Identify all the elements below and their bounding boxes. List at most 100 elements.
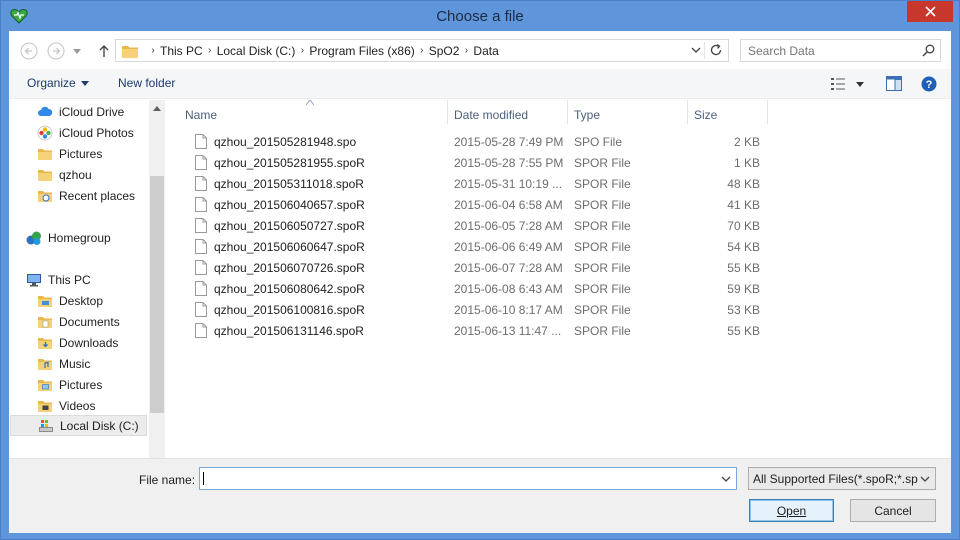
table-row[interactable]: qzhou_201505281955.spoR 2015-05-28 7:55 … xyxy=(185,152,765,173)
table-row[interactable]: qzhou_201506050727.spoR 2015-06-05 7:28 … xyxy=(185,215,765,236)
table-row[interactable]: qzhou_201506100816.spoR 2015-06-10 8:17 … xyxy=(185,299,765,320)
table-row[interactable]: qzhou_201506070726.spoR 2015-06-07 7:28 … xyxy=(185,257,765,278)
back-button[interactable] xyxy=(18,40,40,62)
nav-label: qzhou xyxy=(59,167,92,182)
file-type: SPOR File xyxy=(574,324,631,338)
chevron-down-icon xyxy=(80,80,89,86)
file-name: qzhou_201505281955.spoR xyxy=(214,156,365,170)
nav-label: iCloud Drive xyxy=(59,104,125,119)
column-divider[interactable] xyxy=(687,100,688,124)
nav-item-documents[interactable]: Documents xyxy=(37,311,147,332)
nav-item-downloads[interactable]: Downloads xyxy=(37,332,147,353)
table-row[interactable]: qzhou_201506040657.spoR 2015-06-04 6:58 … xyxy=(185,194,765,215)
chevron-down-icon[interactable] xyxy=(720,473,732,485)
help-icon[interactable]: ? xyxy=(921,76,937,92)
column-header-size[interactable]: Size xyxy=(694,100,764,124)
open-button[interactable]: Open xyxy=(749,499,834,522)
up-arrow-icon xyxy=(99,45,109,57)
breadcrumb-separator: › xyxy=(464,45,469,56)
search-icon[interactable] xyxy=(922,44,935,57)
recent-places-icon xyxy=(38,190,52,202)
recent-locations-button[interactable] xyxy=(71,40,83,62)
nav-item-homegroup[interactable]: Homegroup xyxy=(26,227,147,248)
breadcrumb-program-files[interactable]: Program Files (x86) xyxy=(309,44,414,58)
nav-item-local-disk[interactable]: Local Disk (C:) xyxy=(10,415,147,436)
chevron-up-icon xyxy=(153,105,161,111)
file-icon xyxy=(195,134,207,149)
nav-item-pictures[interactable]: Pictures xyxy=(37,143,147,164)
table-row[interactable]: qzhou_201505311018.spoR 2015-05-31 10:19… xyxy=(185,173,765,194)
file-size: 54 KB xyxy=(727,240,760,254)
new-folder-button[interactable]: New folder xyxy=(118,76,175,90)
forward-arrow-icon xyxy=(47,42,65,60)
file-name-combo[interactable] xyxy=(199,467,737,490)
file-name: qzhou_201506131146.spoR xyxy=(214,324,364,338)
file-icon xyxy=(195,239,207,254)
folder-icon xyxy=(38,169,52,181)
nav-item-icloud-photos[interactable]: iCloud Photos xyxy=(37,122,147,143)
search-input[interactable] xyxy=(741,40,911,61)
file-date: 2015-06-04 6:58 AM xyxy=(454,198,563,212)
preview-pane-icon[interactable] xyxy=(886,76,902,91)
file-name: qzhou_201506040657.spoR xyxy=(214,198,365,212)
cancel-button[interactable]: Cancel xyxy=(850,499,936,522)
column-divider[interactable] xyxy=(767,100,768,124)
breadcrumb-data[interactable]: Data xyxy=(473,44,498,58)
organize-button[interactable]: Organize xyxy=(27,76,89,90)
cancel-label: Cancel xyxy=(874,503,912,518)
file-type: SPOR File xyxy=(574,282,631,296)
scroll-up-button[interactable] xyxy=(149,100,165,116)
open-label: Open xyxy=(776,503,807,518)
table-row[interactable]: qzhou_201506131146.spoR 2015-06-13 11:47… xyxy=(185,320,765,341)
address-bar[interactable]: › This PC › Local Disk (C:) › Program Fi… xyxy=(115,39,729,62)
nav-label: Recent places xyxy=(59,188,136,203)
nav-item-qzhou[interactable]: qzhou xyxy=(37,164,147,185)
address-dropdown-icon[interactable] xyxy=(690,44,702,56)
file-size: 1 KB xyxy=(733,156,760,170)
table-row[interactable]: qzhou_201506060647.spoR 2015-06-06 6:49 … xyxy=(185,236,765,257)
file-date: 2015-05-28 7:55 PM xyxy=(454,156,564,170)
column-header-name[interactable]: Name xyxy=(185,100,440,124)
column-header-type[interactable]: Type xyxy=(574,100,684,124)
breadcrumb-this-pc[interactable]: This PC xyxy=(160,44,203,58)
title-bar[interactable]: Choose a file xyxy=(1,1,959,31)
table-row[interactable]: qzhou_201506080642.spoR 2015-06-08 6:43 … xyxy=(185,278,765,299)
view-options-chevron-icon[interactable] xyxy=(856,82,864,87)
nav-label: This PC xyxy=(48,272,91,287)
file-size: 41 KB xyxy=(727,198,760,212)
nav-item-pictures-pc[interactable]: Pictures xyxy=(37,374,147,395)
folder-icon xyxy=(38,148,52,160)
nav-label: Pictures xyxy=(59,146,103,161)
nav-item-icloud-drive[interactable]: iCloud Drive xyxy=(37,101,147,122)
scroll-thumb[interactable] xyxy=(150,176,164,413)
nav-item-music[interactable]: Music xyxy=(37,353,147,374)
column-divider[interactable] xyxy=(447,100,448,124)
search-box[interactable] xyxy=(740,39,941,62)
file-name-input[interactable] xyxy=(200,468,710,489)
breadcrumb-spo2[interactable]: SpO2 xyxy=(429,44,460,58)
nav-scrollbar[interactable] xyxy=(149,100,165,458)
view-details-icon[interactable] xyxy=(831,77,845,91)
nav-item-this-pc[interactable]: This PC xyxy=(26,269,147,290)
column-header-date[interactable]: Date modified xyxy=(454,100,569,124)
icloud-icon xyxy=(38,106,53,116)
folder-icon xyxy=(38,379,52,391)
nav-item-desktop[interactable]: Desktop xyxy=(37,290,147,311)
file-size: 48 KB xyxy=(727,177,760,191)
folder-icon xyxy=(38,337,52,349)
up-button[interactable] xyxy=(93,40,115,62)
file-type: SPOR File xyxy=(574,198,631,212)
forward-button[interactable] xyxy=(45,40,67,62)
file-type-select[interactable]: All Supported Files(*.spoR;*.spo) xyxy=(748,467,936,490)
breadcrumb-local-disk[interactable]: Local Disk (C:) xyxy=(217,44,296,58)
address-divider xyxy=(704,42,705,59)
refresh-icon[interactable] xyxy=(708,42,724,58)
nav-item-videos[interactable]: Videos xyxy=(37,395,147,416)
close-button[interactable] xyxy=(907,1,953,22)
breadcrumb: › This PC › Local Disk (C:) › Program Fi… xyxy=(122,40,499,61)
column-divider[interactable] xyxy=(567,100,568,124)
nav-item-recent-places[interactable]: Recent places xyxy=(37,185,147,206)
table-row[interactable]: qzhou_201505281948.spo 2015-05-28 7:49 P… xyxy=(185,131,765,152)
file-icon xyxy=(195,155,207,170)
file-name: qzhou_201506100816.spoR xyxy=(214,303,365,317)
